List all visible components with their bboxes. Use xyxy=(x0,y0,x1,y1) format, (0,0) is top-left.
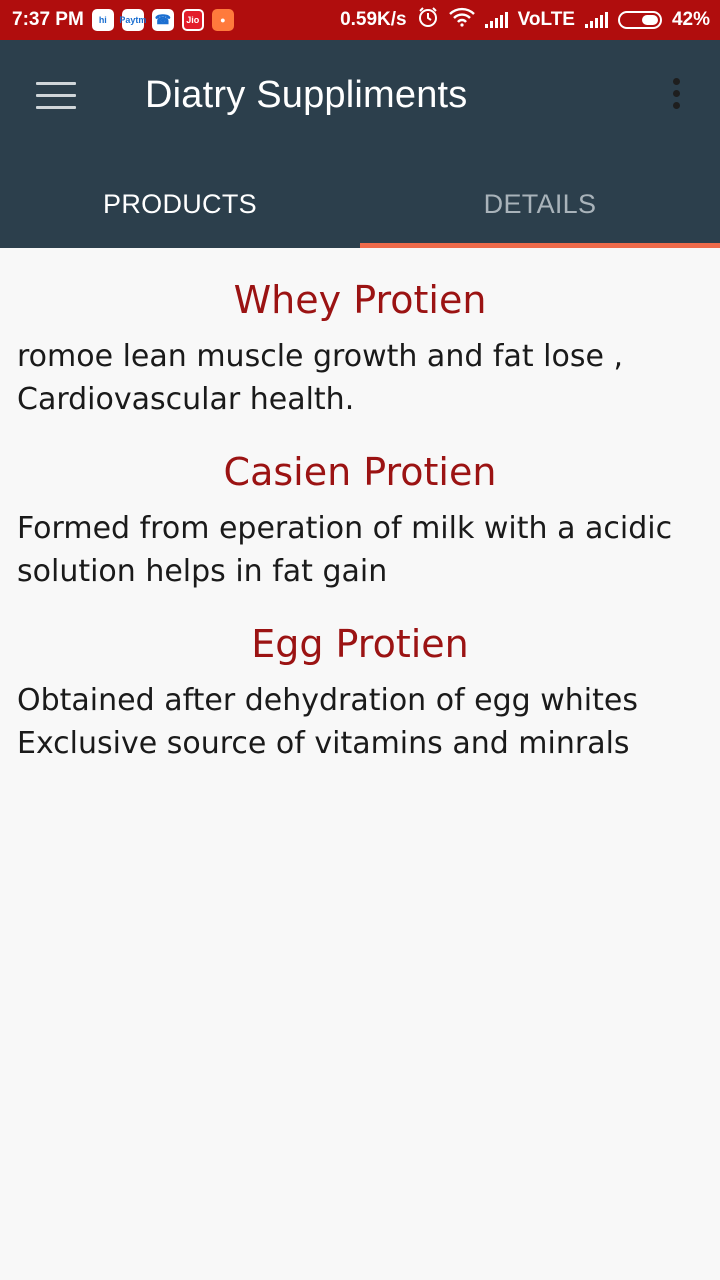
supplement-section-casein: Casien Protien Formed from eperation of … xyxy=(0,450,720,593)
hamburger-menu-icon[interactable] xyxy=(36,82,76,112)
alarm-icon xyxy=(417,6,439,34)
app-bar: Diatry Suppliments PRODUCTS DETAILS xyxy=(0,40,720,248)
supplement-section-whey: Whey Protien romoe lean muscle growth an… xyxy=(0,278,720,421)
hike-app-icon: hi xyxy=(91,9,114,31)
section-description: romoe lean muscle growth and fat lose , … xyxy=(17,339,624,417)
status-time: 7:37 PM xyxy=(12,9,84,30)
status-right: 0.59K/s VoLTE 42% xyxy=(340,6,710,34)
tab-selected-indicator xyxy=(360,243,720,248)
wifi-icon xyxy=(448,7,475,33)
section-description: Formed from eperation of milk with a aci… xyxy=(17,511,673,589)
section-title: Egg Protien xyxy=(251,622,469,666)
paytm-app-icon: Paytm xyxy=(119,9,146,31)
phone-app-icon: ☎ xyxy=(151,9,174,31)
tab-details[interactable]: DETAILS xyxy=(360,160,720,248)
battery-level: 42% xyxy=(671,9,710,30)
pig-app-icon: ● xyxy=(211,9,234,31)
app-title: Diatry Suppliments xyxy=(145,74,468,116)
section-title: Casien Protien xyxy=(223,450,497,494)
battery-icon xyxy=(617,11,662,29)
network-speed: 0.59K/s xyxy=(340,9,407,30)
tab-bar: PRODUCTS DETAILS xyxy=(0,160,720,248)
status-left: 7:37 PM hi Paytm ☎ Jio ● xyxy=(12,9,234,31)
more-options-icon[interactable] xyxy=(664,78,688,118)
signal-strength-icon-2 xyxy=(584,12,608,28)
signal-strength-icon xyxy=(484,12,508,28)
status-bar: 7:37 PM hi Paytm ☎ Jio ● 0.59K/s VoLTE 4… xyxy=(0,0,720,40)
network-type: VoLTE xyxy=(517,9,575,30)
tab-products[interactable]: PRODUCTS xyxy=(0,160,360,248)
section-description: Obtained after dehydration of egg whites… xyxy=(17,683,638,761)
supplement-section-egg: Egg Protien Obtained after dehydration o… xyxy=(0,622,720,765)
section-title: Whey Protien xyxy=(233,278,487,322)
jio-app-icon: Jio xyxy=(181,9,204,31)
